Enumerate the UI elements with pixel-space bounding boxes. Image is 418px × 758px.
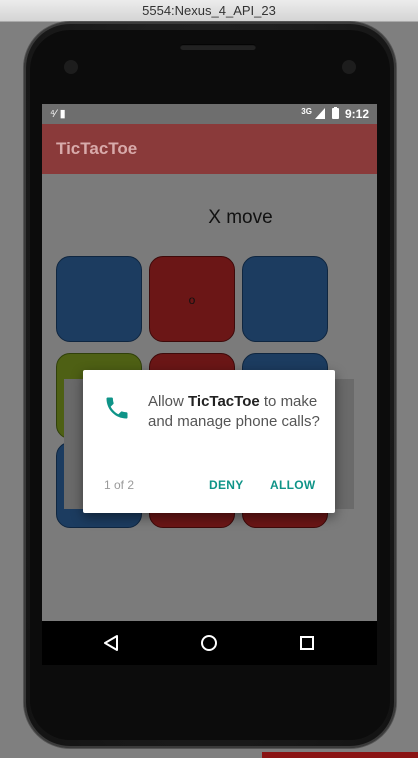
dialog-message-prefix: Allow xyxy=(148,393,189,410)
nav-bar xyxy=(42,621,377,665)
status-right: 3G 9:12 xyxy=(301,107,369,121)
emulator-window: 5554:Nexus_4_API_23 ⁴⁄ ▮ 3G 9:12 TicTacT… xyxy=(0,0,418,758)
window-edge-accent xyxy=(262,752,418,758)
sensor-icon xyxy=(342,60,356,74)
signal-icon: 3G xyxy=(301,107,312,116)
window-title: 5554:Nexus_4_API_23 xyxy=(0,0,418,22)
recents-icon[interactable] xyxy=(297,633,317,653)
status-bar: ⁴⁄ ▮ 3G 9:12 xyxy=(42,104,377,124)
dialog-counter: 1 of 2 xyxy=(104,478,135,492)
cell-signal-icon xyxy=(315,108,326,119)
battery-icon xyxy=(331,107,339,119)
dialog-app-name: TicTacToe xyxy=(188,393,260,410)
speaker-grille xyxy=(180,44,256,50)
board-cell[interactable]: o xyxy=(149,256,235,342)
app-title: TicTacToe xyxy=(56,139,138,158)
home-icon[interactable] xyxy=(199,633,219,653)
game-content: X move ooo Allow TicTacToe to make and m… xyxy=(42,174,377,621)
phone-icon xyxy=(106,397,128,419)
deny-button[interactable]: DENY xyxy=(209,478,244,492)
board-cell[interactable] xyxy=(56,256,142,342)
dialog-message: Allow TicTacToe to make and manage phone… xyxy=(148,392,323,432)
board-cell[interactable] xyxy=(242,256,328,342)
status-left-icons: ⁴⁄ ▮ xyxy=(50,108,66,120)
app-bar: TicTacToe xyxy=(42,124,377,174)
camera-icon xyxy=(64,60,78,74)
permission-dialog: Allow TicTacToe to make and manage phone… xyxy=(83,370,335,513)
back-icon[interactable] xyxy=(102,633,122,653)
turn-label: X move xyxy=(208,207,273,228)
allow-button[interactable]: ALLOW xyxy=(270,478,316,492)
clock: 9:12 xyxy=(344,107,369,121)
device-screen: ⁴⁄ ▮ 3G 9:12 TicTacToe X move ooo Allow … xyxy=(42,104,377,665)
